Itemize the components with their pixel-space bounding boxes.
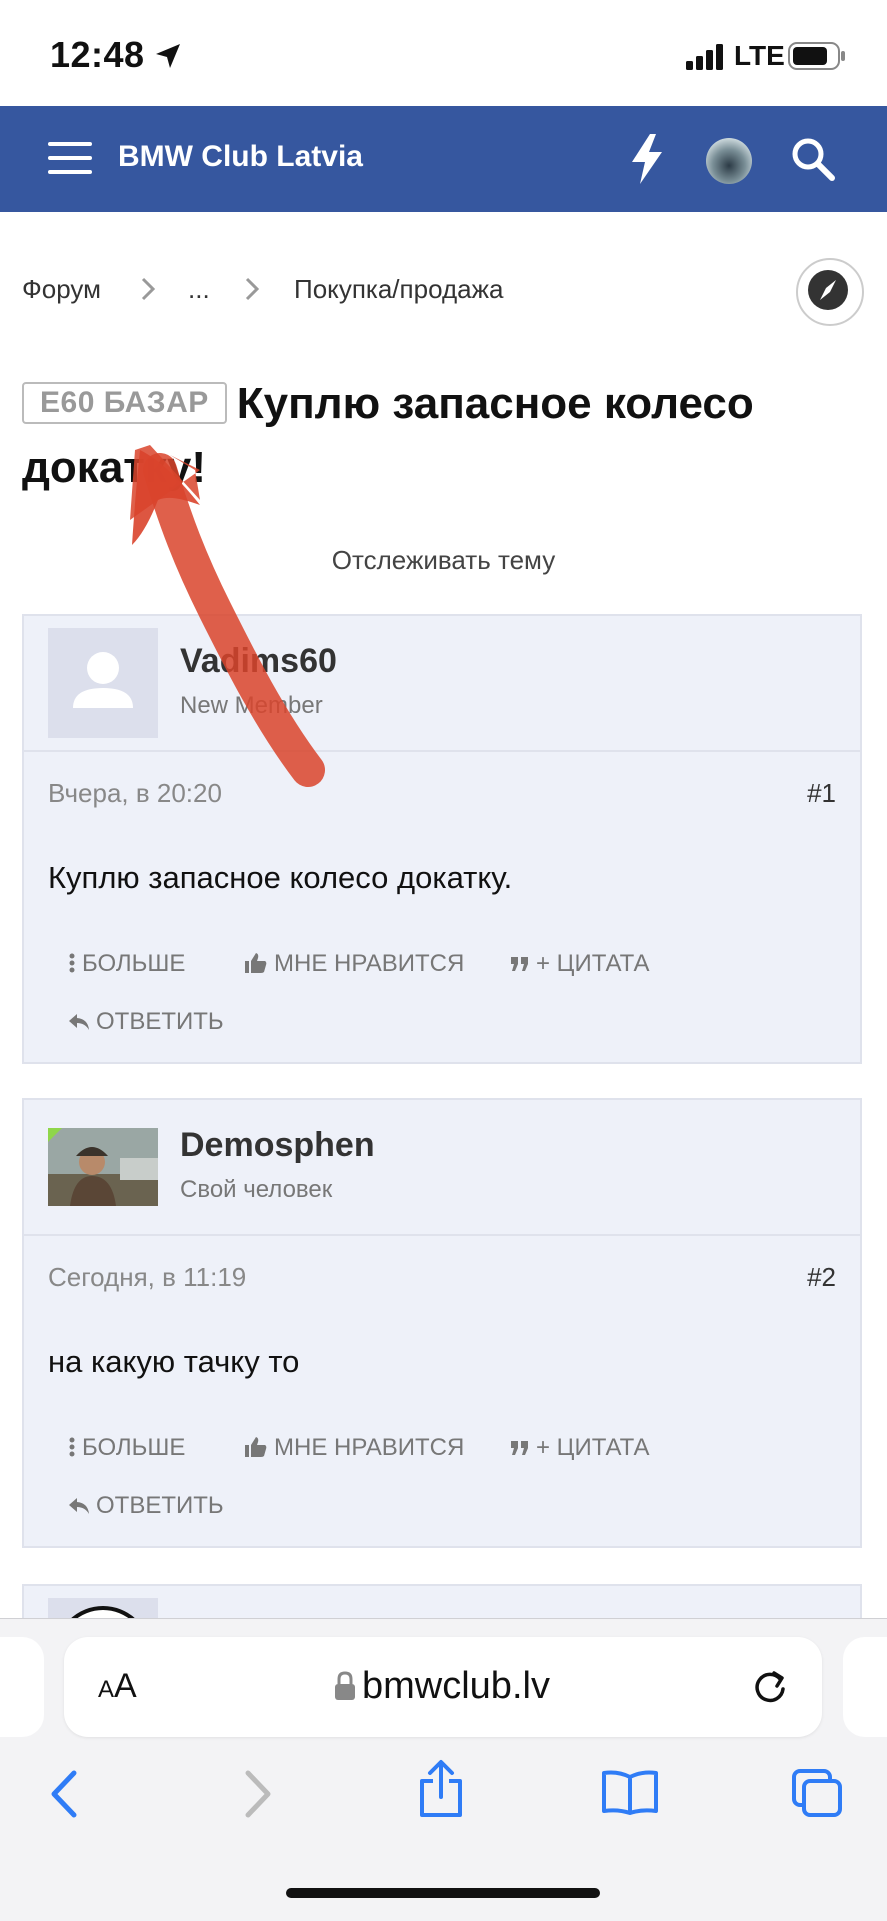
reply-button[interactable]: ОТВЕТИТЬ bbox=[68, 1492, 224, 1520]
more-vertical-icon bbox=[69, 953, 75, 973]
lock-icon bbox=[335, 1671, 355, 1700]
battery-icon bbox=[788, 42, 845, 70]
location-arrow-icon bbox=[156, 44, 180, 68]
reload-icon[interactable] bbox=[750, 1667, 790, 1707]
share-icon[interactable] bbox=[416, 1759, 466, 1819]
like-button[interactable]: МНЕ НРАВИТСЯ bbox=[244, 950, 464, 978]
cellular-signal-icon bbox=[686, 44, 723, 70]
new-badge-corner bbox=[48, 1128, 62, 1142]
breadcrumb-item-ellipsis[interactable]: ... bbox=[188, 274, 210, 305]
reader-text-size-button[interactable]: AA bbox=[98, 1667, 137, 1706]
like-button[interactable]: МНЕ НРАВИТСЯ bbox=[244, 1434, 464, 1462]
quote-icon bbox=[511, 1441, 528, 1455]
next-tab-preview[interactable] bbox=[843, 1637, 887, 1737]
forward-arrow-icon[interactable] bbox=[240, 1769, 274, 1819]
url-text[interactable]: bmwclub.lv bbox=[362, 1665, 550, 1708]
quote-button[interactable]: + ЦИТАТА bbox=[510, 950, 650, 978]
watch-thread-button[interactable]: Отслеживать тему bbox=[0, 545, 887, 576]
breadcrumb-item-buy-sell[interactable]: Покупка/продажа bbox=[294, 274, 503, 305]
post-author[interactable]: Demosphen bbox=[180, 1126, 375, 1165]
more-button[interactable]: БОЛЬШЕ bbox=[68, 950, 185, 978]
reply-button[interactable]: ОТВЕТИТЬ bbox=[68, 1008, 224, 1036]
thumbs-up-icon bbox=[245, 953, 267, 973]
bookmarks-icon[interactable] bbox=[600, 1769, 660, 1815]
post-date[interactable]: Вчера, в 20:20 bbox=[48, 778, 222, 809]
reply-icon bbox=[69, 1498, 89, 1514]
more-label: БОЛЬШЕ bbox=[82, 1434, 186, 1461]
user-title: Свой человек bbox=[180, 1176, 333, 1203]
address-bar[interactable]: AA bmwclub.lv bbox=[64, 1637, 822, 1737]
more-label: БОЛЬШЕ bbox=[82, 950, 186, 977]
breadcrumb-item-forum[interactable]: Форум bbox=[22, 274, 101, 305]
search-icon[interactable] bbox=[790, 136, 836, 182]
quote-label: + ЦИТАТА bbox=[536, 950, 650, 977]
browser-toolbar: AA bmwclub.lv bbox=[0, 1618, 887, 1921]
more-button[interactable]: БОЛЬШЕ bbox=[68, 1434, 185, 1462]
status-bar: 12:48 LTE bbox=[0, 0, 887, 106]
avatar[interactable] bbox=[48, 628, 158, 738]
compass-button[interactable] bbox=[796, 258, 864, 326]
post-date[interactable]: Сегодня, в 11:19 bbox=[48, 1262, 246, 1293]
reply-label: ОТВЕТИТЬ bbox=[96, 1008, 224, 1035]
post: Vadims60 New Member Вчера, в 20:20 #1 Ку… bbox=[22, 614, 862, 1064]
post-number[interactable]: #2 bbox=[807, 1262, 836, 1293]
back-arrow-icon[interactable] bbox=[48, 1769, 82, 1819]
like-label: МНЕ НРАВИТСЯ bbox=[274, 950, 465, 977]
quote-label: + ЦИТАТА bbox=[536, 1434, 650, 1461]
chevron-right-icon bbox=[245, 277, 260, 301]
quote-icon bbox=[511, 957, 528, 971]
user-title: New Member bbox=[180, 692, 323, 719]
post-user-block: Demosphen Свой человек bbox=[24, 1100, 860, 1236]
post-content: на какую тачку то bbox=[48, 1344, 300, 1379]
tabs-icon[interactable] bbox=[790, 1767, 844, 1819]
app-header: BMW Club Latvia bbox=[0, 106, 887, 212]
post-author[interactable]: Vadims60 bbox=[180, 642, 337, 681]
default-avatar-icon bbox=[73, 652, 133, 708]
status-time: 12:48 bbox=[50, 34, 145, 75]
avatar[interactable] bbox=[48, 1128, 158, 1206]
network-type: LTE bbox=[734, 40, 785, 71]
compass-icon bbox=[808, 270, 848, 310]
site-title[interactable]: BMW Club Latvia bbox=[118, 140, 363, 174]
user-avatar-button[interactable] bbox=[706, 138, 752, 184]
chevron-right-icon bbox=[141, 277, 156, 301]
reply-icon bbox=[69, 1014, 89, 1030]
quote-button[interactable]: + ЦИТАТА bbox=[510, 1434, 650, 1462]
more-vertical-icon bbox=[69, 1437, 75, 1457]
post-content: Куплю запасное колесо докатку. bbox=[48, 860, 513, 895]
post: Demosphen Свой человек Сегодня, в 11:19 … bbox=[22, 1098, 862, 1548]
previous-tab-preview[interactable] bbox=[0, 1637, 44, 1737]
reply-label: ОТВЕТИТЬ bbox=[96, 1492, 224, 1519]
lightning-bolt-icon[interactable] bbox=[628, 132, 666, 186]
post-number[interactable]: #1 bbox=[807, 778, 836, 809]
thread-title-block: E60 БАЗАР Куплю запасное колесо докатку! bbox=[22, 372, 872, 500]
like-label: МНЕ НРАВИТСЯ bbox=[274, 1434, 465, 1461]
thumbs-up-icon bbox=[245, 1437, 267, 1457]
post-user-block: Vadims60 New Member bbox=[24, 616, 860, 752]
home-indicator bbox=[286, 1888, 600, 1898]
hamburger-menu-icon[interactable] bbox=[48, 142, 92, 176]
thread-prefix-badge[interactable]: E60 БАЗАР bbox=[22, 382, 227, 424]
